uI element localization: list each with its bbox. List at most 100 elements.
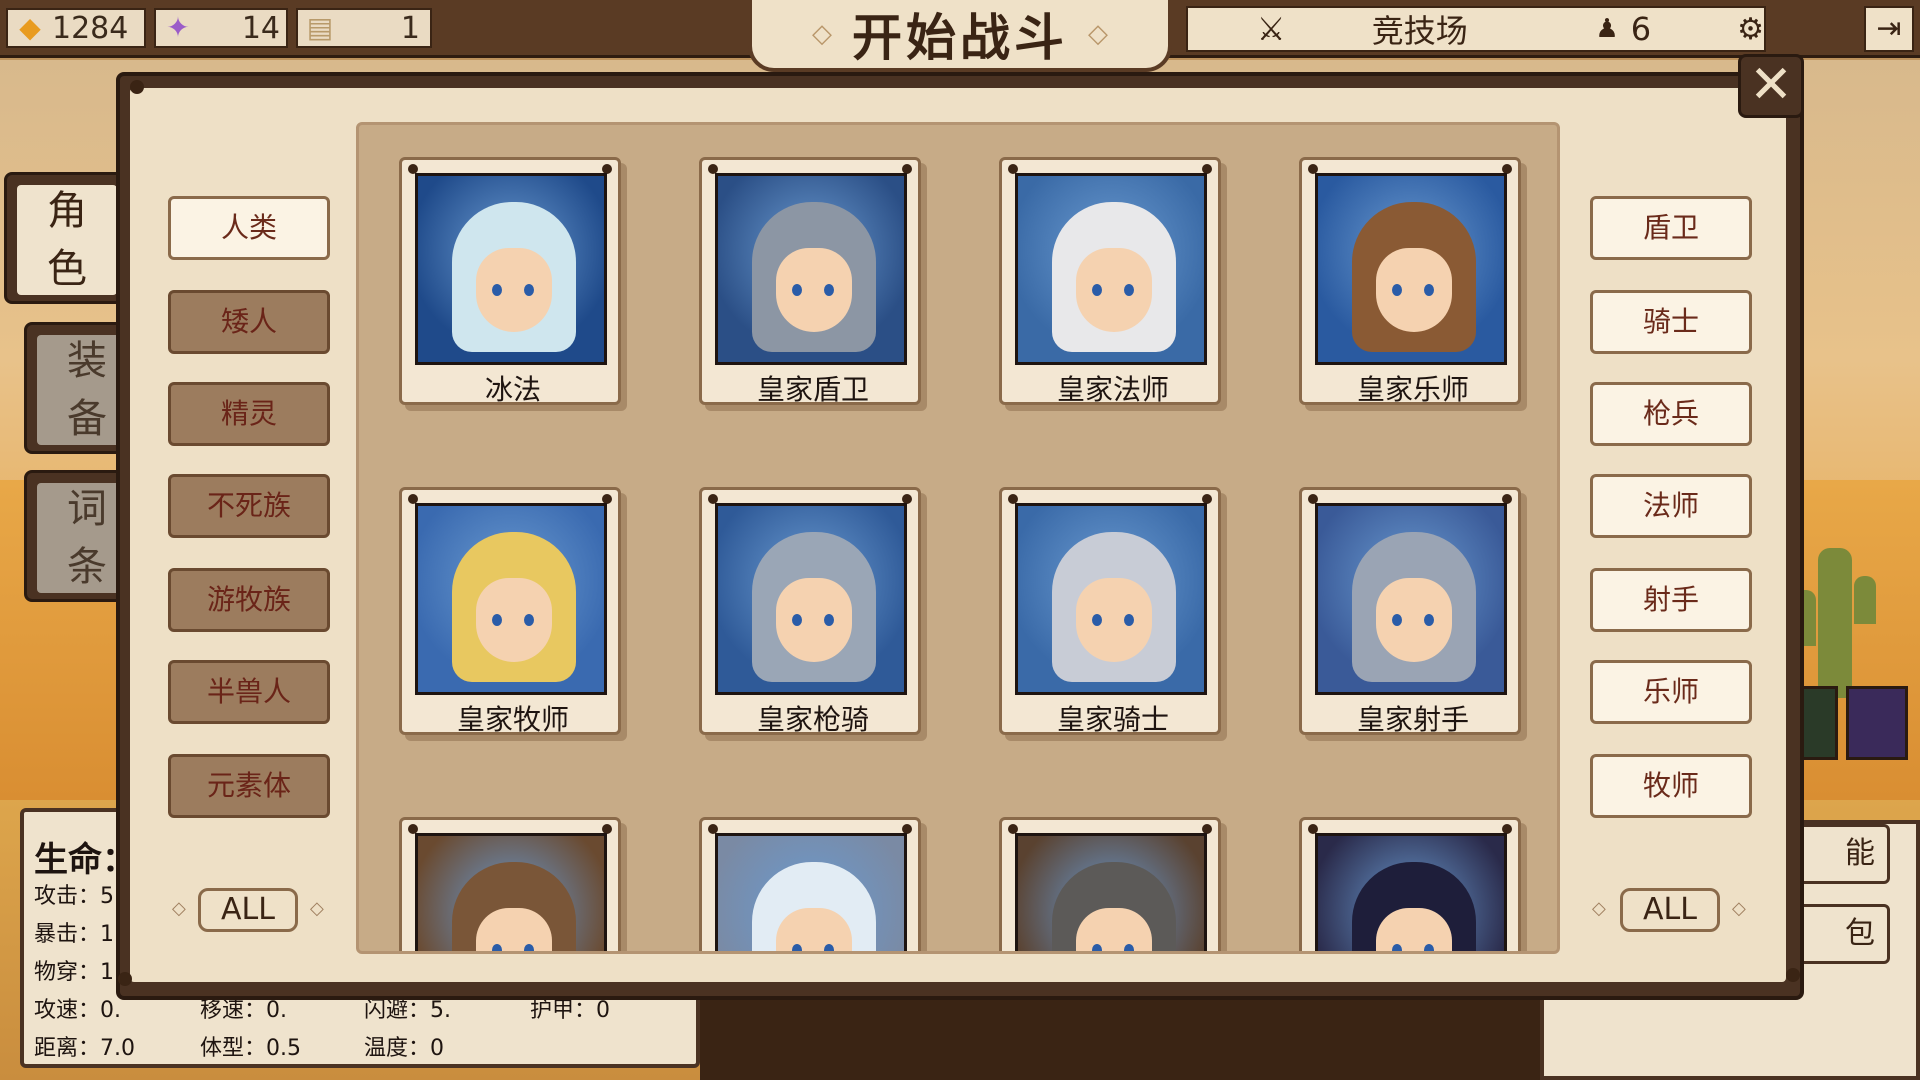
hero-face xyxy=(1076,578,1152,662)
hero-card[interactable] xyxy=(999,817,1221,951)
arena-label: 竞技场 xyxy=(1371,12,1468,50)
hero-face xyxy=(476,248,552,332)
race-filter-elemental[interactable]: 元素体 xyxy=(168,754,330,818)
skill-button[interactable]: 能 xyxy=(1790,824,1890,884)
hero-eye xyxy=(792,614,802,626)
hero-eye xyxy=(1124,284,1134,296)
close-icon: ✕ xyxy=(1749,55,1793,115)
class-filter-lancer[interactable]: 枪兵 xyxy=(1590,382,1752,446)
hero-eye xyxy=(1124,944,1134,951)
class-filter-label: 射手 xyxy=(1642,583,1699,616)
hero-card[interactable] xyxy=(699,817,921,951)
race-filter-undead[interactable]: 不死族 xyxy=(168,474,330,538)
class-filter-bard[interactable]: 乐师 xyxy=(1590,660,1752,724)
race-filter-nomad[interactable]: 游牧族 xyxy=(168,568,330,632)
hero-eye xyxy=(524,944,534,951)
hero-eye xyxy=(1092,284,1102,296)
hero-name: 冰法 xyxy=(484,373,541,406)
diamond-decoration-icon: ◇ xyxy=(812,19,832,49)
gold-value: 1284 xyxy=(52,10,129,46)
hero-portrait xyxy=(715,503,907,695)
hero-card[interactable]: 皇家乐师 xyxy=(1299,157,1521,406)
hero-name: 皇家盾卫 xyxy=(756,373,869,406)
gold-coins-icon: ◆ xyxy=(19,11,41,44)
ticket-value: 1 xyxy=(400,10,420,46)
hero-face xyxy=(1376,578,1452,662)
race-filter-human[interactable]: 人类 xyxy=(168,196,330,260)
hero-card[interactable]: 皇家法师 xyxy=(999,157,1221,406)
exit-button[interactable]: ⇥ xyxy=(1864,6,1914,52)
race-filter-elf[interactable]: 精灵 xyxy=(168,382,330,446)
tab-role[interactable]: 角 色 xyxy=(4,172,124,304)
hero-portrait xyxy=(1315,833,1507,951)
rivet-icon xyxy=(130,80,144,94)
race-filter-label: 游牧族 xyxy=(206,583,291,616)
hero-face xyxy=(776,578,852,662)
hero-card[interactable] xyxy=(1299,817,1521,951)
hero-card[interactable]: 皇家骑士 xyxy=(999,487,1221,736)
race-filter-all[interactable]: ALL xyxy=(198,888,298,932)
hero-portrait xyxy=(715,833,907,951)
tab-role-char2: 色 xyxy=(47,246,87,292)
hero-card[interactable]: 冰法 xyxy=(399,157,621,406)
hero-eye xyxy=(1424,944,1434,951)
hero-eye xyxy=(1092,944,1102,951)
race-filter-halforc[interactable]: 半兽人 xyxy=(168,660,330,724)
cactus-decoration xyxy=(1794,548,1876,698)
class-filter-knight[interactable]: 骑士 xyxy=(1590,290,1752,354)
diamond-decoration-icon: ◇ xyxy=(1732,898,1746,919)
hero-card[interactable]: 皇家枪骑 xyxy=(699,487,921,736)
hero-card[interactable]: 皇家射手 xyxy=(1299,487,1521,736)
start-battle-label: 开始战斗 xyxy=(852,9,1068,67)
class-filter-mage[interactable]: 法师 xyxy=(1590,474,1752,538)
class-filter-priest[interactable]: 牧师 xyxy=(1590,754,1752,818)
hero-portrait xyxy=(415,173,607,365)
hero-eye xyxy=(792,944,802,951)
hero-eye xyxy=(1392,614,1402,626)
hero-portrait xyxy=(1315,173,1507,365)
class-filter-label: 法师 xyxy=(1642,489,1699,522)
class-filter-label: 骑士 xyxy=(1642,305,1699,338)
hero-eye xyxy=(524,614,534,626)
diamond-decoration-icon: ◇ xyxy=(1088,19,1108,49)
class-filter-all[interactable]: ALL xyxy=(1620,888,1720,932)
race-filter-label: 精灵 xyxy=(220,397,277,430)
gear-icon[interactable]: ⚙ xyxy=(1737,12,1764,47)
hero-eye xyxy=(1392,944,1402,951)
close-button[interactable]: ✕ xyxy=(1738,54,1804,118)
hero-eye xyxy=(492,614,502,626)
stat-size: 体型：0.5 xyxy=(200,1036,301,1061)
class-filter-label: 枪兵 xyxy=(1642,397,1699,430)
tab-traits-char1: 词 xyxy=(67,486,107,532)
hero-card[interactable]: 皇家盾卫 xyxy=(699,157,921,406)
hero-eye xyxy=(824,944,834,951)
gold-counter: ◆ 1284 xyxy=(6,8,146,48)
arena-bar[interactable]: ⚔ 竞技场 ♟ 6 ⚙ xyxy=(1186,6,1766,52)
hero-portrait xyxy=(1015,503,1207,695)
hero-face xyxy=(1376,248,1452,332)
start-battle-button[interactable]: ◇ 开始战斗 ◇ xyxy=(748,0,1172,72)
player-icon: ♟ xyxy=(1595,14,1619,44)
tab-equipment-char1: 装 xyxy=(67,338,107,384)
class-filter-shield[interactable]: 盾卫 xyxy=(1590,196,1752,260)
hero-name: 皇家牧师 xyxy=(456,703,569,736)
race-filter-label: 人类 xyxy=(220,211,277,244)
hero-portrait xyxy=(1015,833,1207,951)
hero-eye xyxy=(492,944,502,951)
class-filter-archer[interactable]: 射手 xyxy=(1590,568,1752,632)
hero-portrait xyxy=(1015,173,1207,365)
race-filter-dwarf[interactable]: 矮人 xyxy=(168,290,330,354)
diamond-decoration-icon: ◇ xyxy=(1592,898,1606,919)
candy-counter: ✦ 14 xyxy=(154,8,288,48)
class-filter-label: 盾卫 xyxy=(1642,211,1699,244)
hero-card[interactable] xyxy=(399,817,621,951)
hero-eye xyxy=(524,284,534,296)
bag-button[interactable]: 包 xyxy=(1790,904,1890,964)
hero-name: 皇家枪骑 xyxy=(756,703,869,736)
hero-face xyxy=(1076,248,1152,332)
hero-card[interactable]: 皇家牧师 xyxy=(399,487,621,736)
race-filter-label: 矮人 xyxy=(220,305,277,338)
hero-eye xyxy=(824,614,834,626)
hero-eye xyxy=(1124,614,1134,626)
skill-thumbnail[interactable] xyxy=(1846,686,1908,760)
